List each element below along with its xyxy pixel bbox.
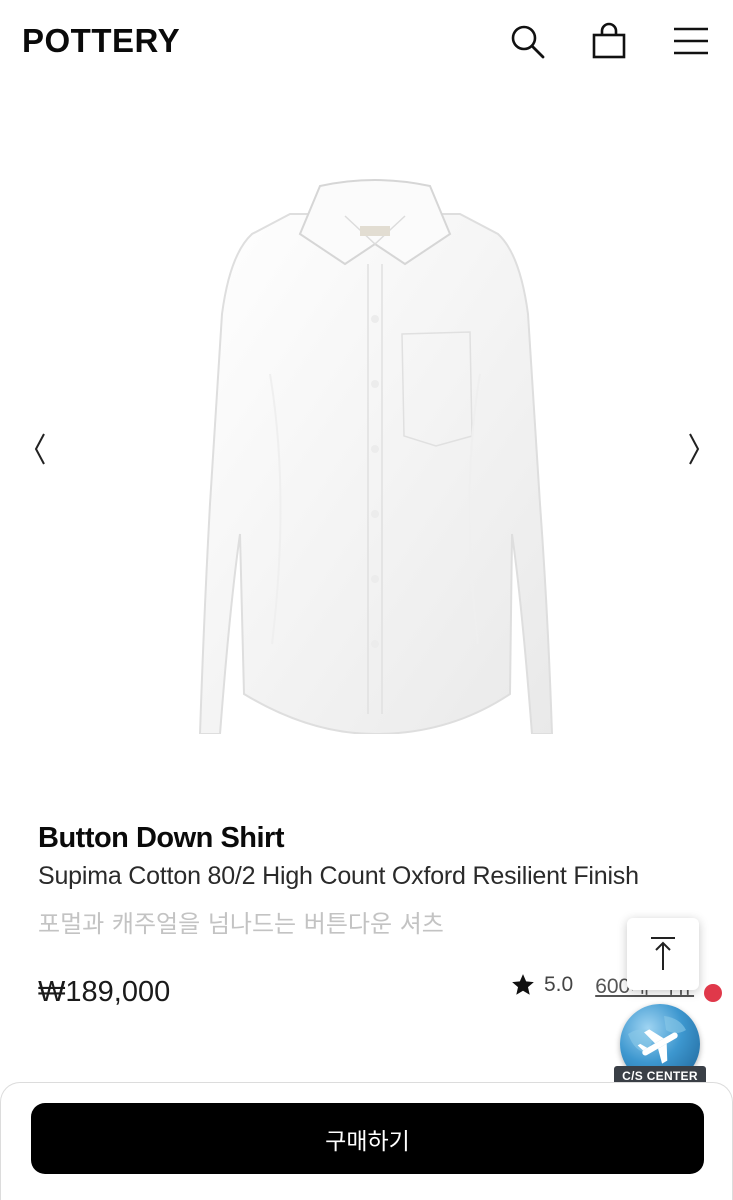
hamburger-menu-icon[interactable] <box>670 20 712 62</box>
chevron-left-icon[interactable] <box>24 424 54 474</box>
bottom-action-bar: 구매하기 <box>0 1082 733 1200</box>
search-icon[interactable] <box>506 20 548 62</box>
product-name: Button Down Shirt <box>38 822 285 854</box>
star-icon <box>510 972 536 998</box>
product-subtitle: Supima Cotton 80/2 High Count Oxford Res… <box>38 862 639 890</box>
product-image <box>160 174 590 736</box>
arrow-up-to-top-icon <box>651 937 675 970</box>
cs-center-button[interactable]: C/S CENTER <box>614 1004 706 1090</box>
product-description: 포멀과 캐주얼을 넘나드는 버튼다운 셔츠 <box>38 910 444 938</box>
product-price: ₩189,000 <box>38 976 171 1008</box>
buy-button[interactable]: 구매하기 <box>31 1103 704 1174</box>
chevron-right-icon[interactable] <box>680 424 710 474</box>
rating-value: 5.0 <box>544 973 574 996</box>
shopping-bag-icon[interactable] <box>588 20 630 62</box>
product-image-gallery[interactable] <box>0 84 733 804</box>
scroll-to-top-button[interactable] <box>627 918 699 990</box>
brand-logo[interactable]: POTTERY <box>22 22 180 60</box>
top-header: POTTERY <box>0 0 733 84</box>
notification-dot <box>704 984 722 1002</box>
